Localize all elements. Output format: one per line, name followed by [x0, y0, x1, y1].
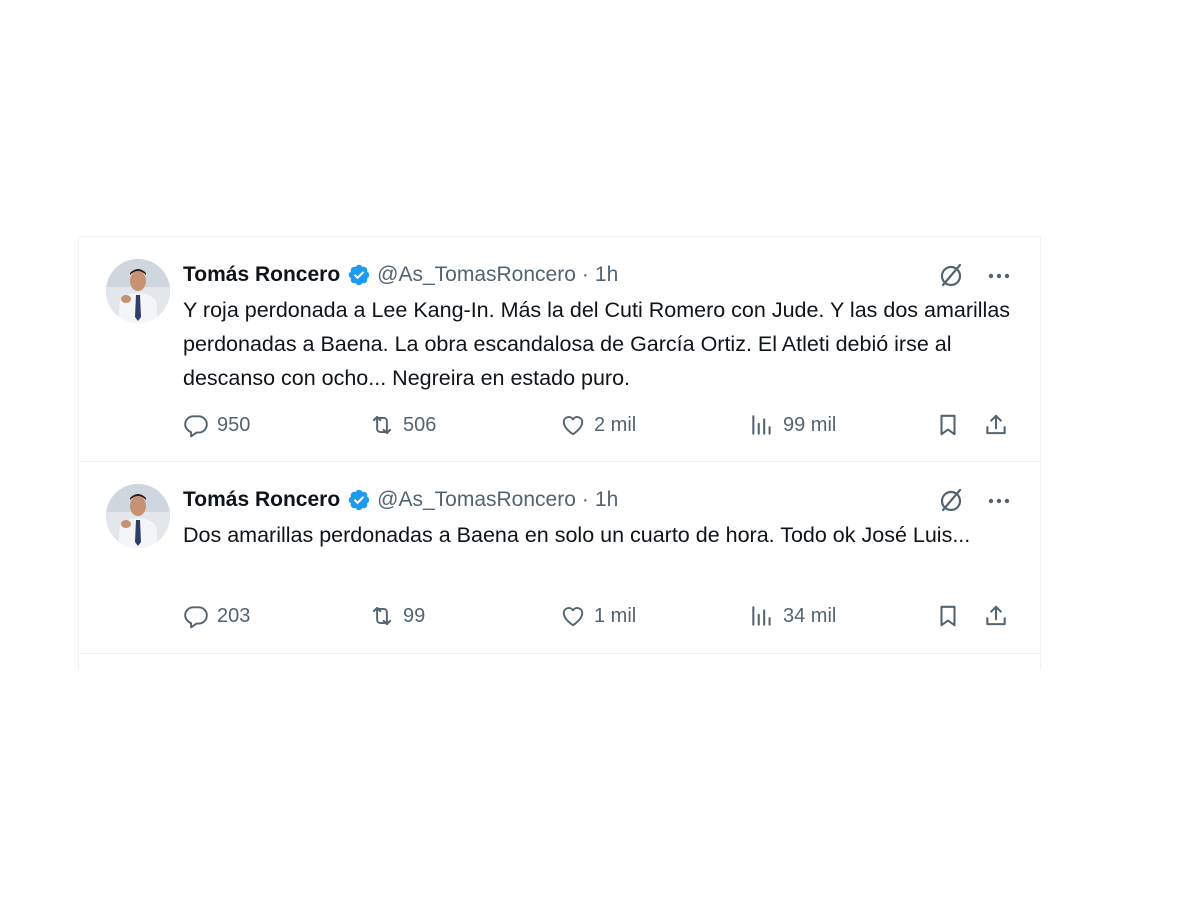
heart-icon — [560, 412, 586, 438]
grok-icon[interactable] — [936, 486, 966, 516]
reply-button[interactable]: 950 — [183, 408, 250, 442]
tweet[interactable]: Tomás Roncero @As_TomasRoncero · 1h — [79, 237, 1040, 462]
author-name[interactable]: Tomás Roncero — [183, 263, 340, 287]
more-icon[interactable] — [984, 261, 1014, 291]
tweet-header: Tomás Roncero @As_TomasRoncero · 1h — [183, 486, 618, 514]
views-chart-icon — [749, 412, 775, 438]
reply-icon — [183, 412, 209, 438]
tweet-actions: 950 506 2 mil 99 mil — [183, 408, 1023, 442]
retweet-button[interactable]: 506 — [369, 408, 436, 442]
retweet-icon — [369, 412, 395, 438]
bookmark-icon — [935, 412, 961, 438]
share-icon — [983, 603, 1009, 629]
author-name[interactable]: Tomás Roncero — [183, 488, 340, 512]
heart-icon — [560, 603, 586, 629]
reply-count: 950 — [217, 413, 251, 436]
reply-icon — [183, 603, 209, 629]
bookmark-icon — [935, 603, 961, 629]
share-button[interactable] — [983, 599, 1009, 633]
avatar[interactable] — [106, 259, 170, 323]
reply-button[interactable]: 203 — [183, 599, 250, 633]
bookmark-button[interactable] — [935, 408, 961, 442]
like-count: 2 mil — [594, 413, 637, 436]
bookmark-button[interactable] — [935, 599, 961, 633]
like-button[interactable]: 1 mil — [560, 599, 636, 633]
tweet[interactable]: Tomás Roncero @As_TomasRoncero · 1h — [79, 462, 1040, 654]
author-handle[interactable]: @As_TomasRoncero — [377, 263, 576, 287]
timestamp[interactable]: 1h — [595, 488, 618, 512]
like-count: 1 mil — [594, 604, 637, 627]
share-button[interactable] — [983, 408, 1009, 442]
views-button[interactable]: 99 mil — [749, 408, 836, 442]
tweet-actions: 203 99 1 mil 34 mil — [183, 599, 1023, 633]
author-handle[interactable]: @As_TomasRoncero — [377, 488, 576, 512]
tweet-top-actions — [936, 261, 1014, 291]
reply-count: 203 — [217, 604, 251, 627]
retweet-count: 99 — [403, 604, 426, 627]
views-count: 99 mil — [783, 413, 837, 436]
avatar[interactable] — [106, 484, 170, 548]
separator-dot: · — [581, 488, 589, 511]
tweet-feed: Tomás Roncero @As_TomasRoncero · 1h Y ro… — [78, 236, 1041, 670]
timestamp[interactable]: 1h — [595, 263, 618, 287]
verified-badge-icon — [347, 263, 371, 287]
retweet-button[interactable]: 99 — [369, 599, 425, 633]
retweet-icon — [369, 603, 395, 629]
grok-icon[interactable] — [936, 261, 966, 291]
share-icon — [983, 412, 1009, 438]
retweet-count: 506 — [403, 413, 437, 436]
views-button[interactable]: 34 mil — [749, 599, 836, 633]
tweet-text: Dos amarillas perdonadas a Baena en solo… — [183, 523, 971, 547]
tweet-top-actions — [936, 486, 1014, 516]
tweet-header: Tomás Roncero @As_TomasRoncero · 1h — [183, 261, 618, 289]
verified-badge-icon — [347, 488, 371, 512]
views-chart-icon — [749, 603, 775, 629]
separator-dot: · — [581, 263, 589, 286]
tweet-text: Y roja perdonada a Lee Kang-In. Más la d… — [183, 298, 1011, 390]
like-button[interactable]: 2 mil — [560, 408, 636, 442]
more-icon[interactable] — [984, 486, 1014, 516]
views-count: 34 mil — [783, 604, 837, 627]
